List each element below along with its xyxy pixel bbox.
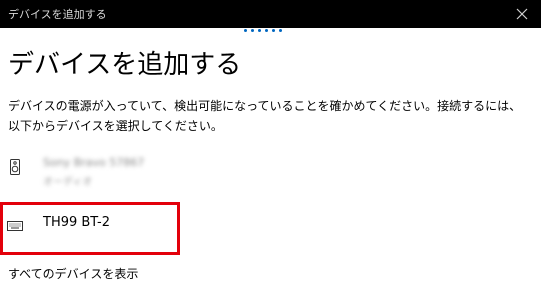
searching-progress-indicator (244, 29, 284, 33)
keyboard-icon (7, 221, 23, 231)
close-button[interactable] (511, 3, 533, 25)
device-status-obscured: オーディオ (43, 177, 93, 188)
close-icon (516, 8, 528, 20)
show-all-devices-link[interactable]: すべてのデバイスを表示 (8, 265, 138, 282)
title-bar: デバイスを追加する (0, 0, 541, 28)
instructions-text: デバイスの電源が入っていて、検出可能になっていることを確かめてください。接続する… (8, 99, 522, 133)
device-name: TH99 BT-2 (43, 215, 111, 230)
page-title: デバイスを追加する (8, 50, 242, 80)
device-item-th99[interactable]: TH99 BT-2 (0, 205, 541, 249)
device-name-obscured: Sony Bravo 57867 (43, 156, 145, 169)
window-title: デバイスを追加する (8, 8, 107, 21)
device-item-speaker[interactable]: Sony Bravo 57867 オーディオ (0, 152, 541, 196)
speaker-icon (10, 159, 20, 175)
